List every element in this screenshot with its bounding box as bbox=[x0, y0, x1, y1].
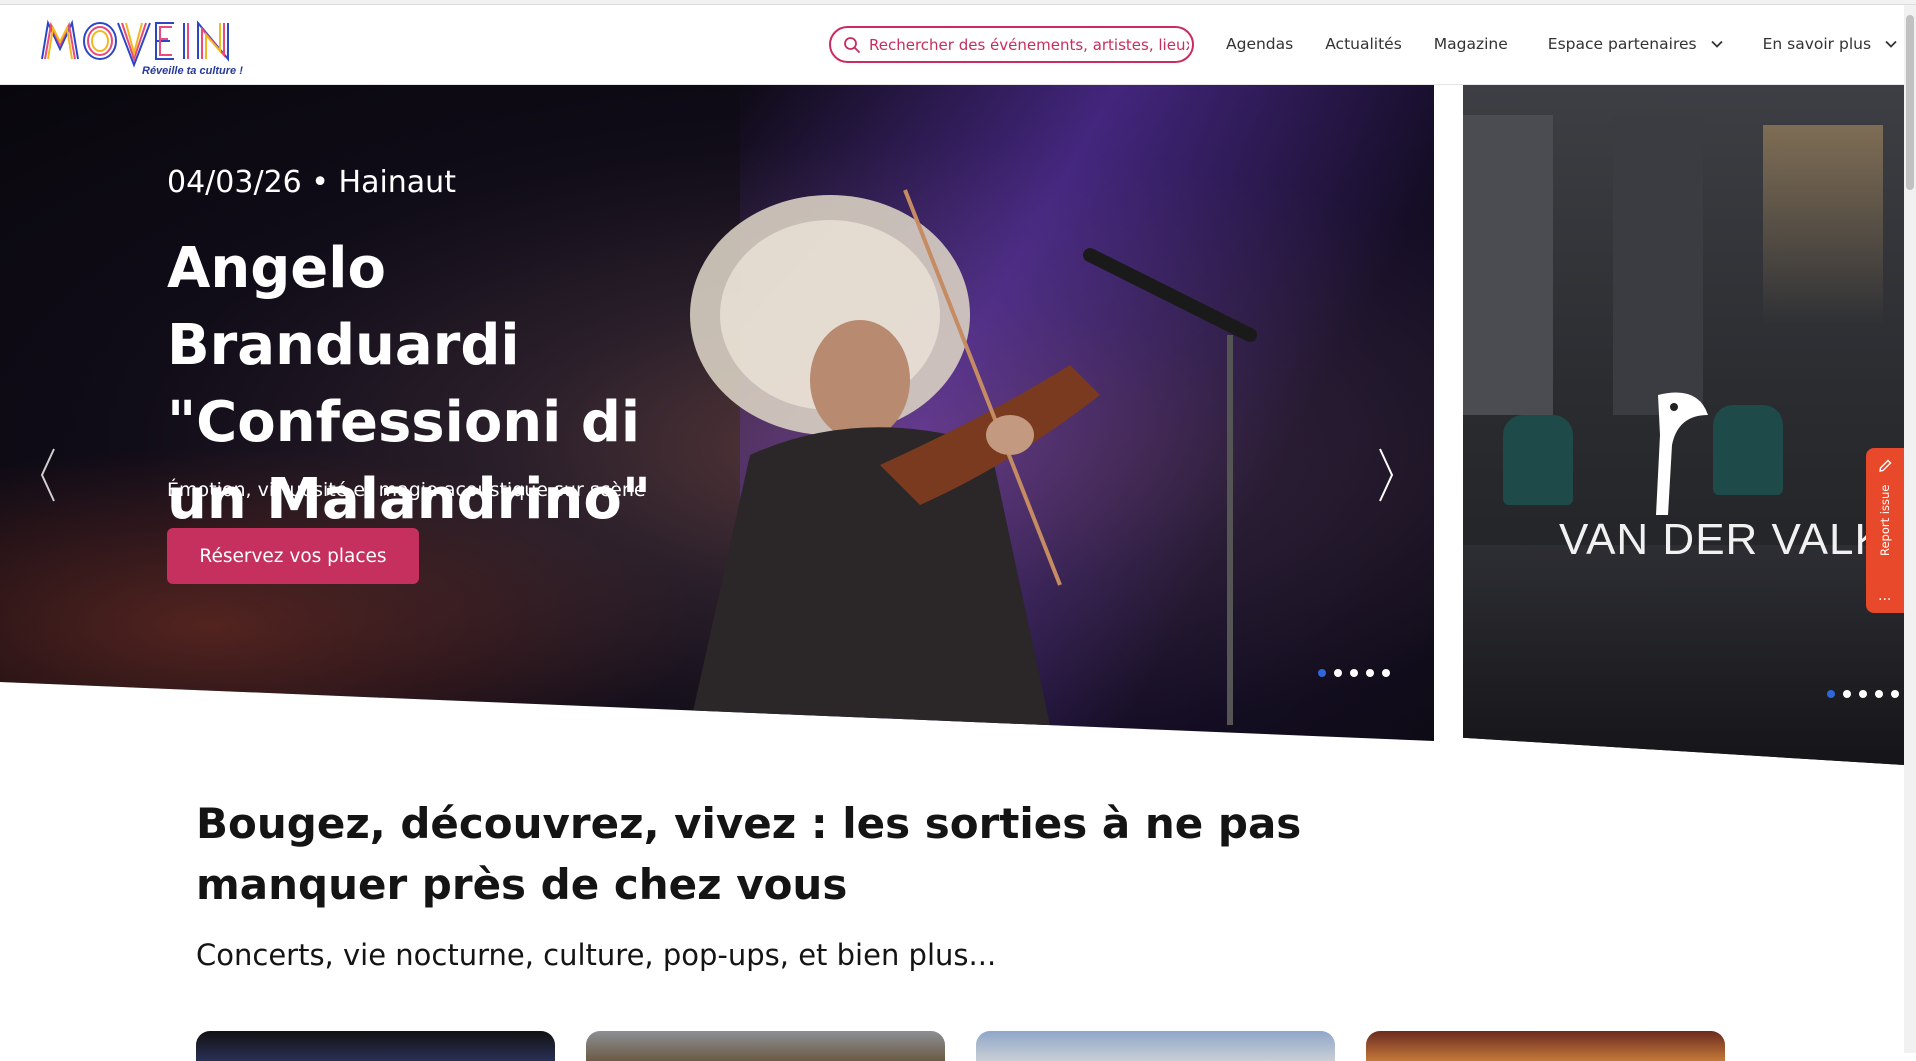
nav-item-agendas[interactable]: Agendas bbox=[1226, 35, 1293, 53]
scrollbar-thumb[interactable] bbox=[1906, 15, 1914, 190]
chevron-down-icon bbox=[1885, 40, 1897, 48]
site-logo[interactable]: Réveille ta culture ! bbox=[38, 15, 243, 77]
report-issue-button[interactable]: Report issue ... bbox=[1866, 448, 1904, 613]
slide-dot[interactable] bbox=[1366, 669, 1374, 677]
banner-chair bbox=[1503, 415, 1573, 505]
slide-dot[interactable] bbox=[1843, 690, 1851, 698]
banner-chair bbox=[1713, 405, 1783, 495]
nav-label: Actualités bbox=[1325, 35, 1402, 53]
slide-dot[interactable] bbox=[1334, 669, 1342, 677]
main-nav: Agendas Actualités Magazine Espace parte… bbox=[1226, 35, 1897, 53]
chevron-down-icon bbox=[1710, 40, 1723, 48]
search-icon bbox=[844, 36, 860, 53]
chevron-left-icon[interactable] bbox=[36, 445, 60, 505]
nav-item-actualites[interactable]: Actualités bbox=[1325, 35, 1402, 53]
search-input[interactable] bbox=[869, 35, 1189, 54]
slide-dot[interactable] bbox=[1859, 690, 1867, 698]
more-icon: ... bbox=[1878, 588, 1892, 604]
search-box[interactable] bbox=[829, 26, 1194, 63]
event-card[interactable] bbox=[976, 1031, 1335, 1061]
slide-dot[interactable] bbox=[1318, 669, 1326, 677]
nav-item-en-savoir-plus[interactable]: En savoir plus bbox=[1763, 35, 1897, 53]
event-card[interactable] bbox=[586, 1031, 945, 1061]
banner-brand: VAN DER VALK bbox=[1559, 515, 1885, 564]
toucan-logo-icon bbox=[1656, 392, 1708, 515]
slide-dot[interactable] bbox=[1350, 669, 1358, 677]
nav-item-magazine[interactable]: Magazine bbox=[1434, 35, 1508, 53]
nav-item-espace-partenaires[interactable]: Espace partenaires bbox=[1548, 35, 1723, 53]
slide-dot[interactable] bbox=[1891, 690, 1899, 698]
banner-shelf-lights bbox=[1763, 125, 1883, 325]
nav-label: Espace partenaires bbox=[1547, 35, 1697, 53]
hero-image-violinist bbox=[690, 189, 1257, 725]
chevron-right-icon[interactable] bbox=[1374, 445, 1398, 505]
site-header: Réveille ta culture ! Agendas Actualités… bbox=[0, 5, 1904, 85]
slide-dot[interactable] bbox=[1382, 669, 1390, 677]
banner-wall-panel bbox=[1463, 115, 1553, 415]
hero-pagination bbox=[1318, 669, 1390, 677]
nav-label: En savoir plus bbox=[1762, 35, 1872, 53]
book-tickets-button[interactable]: Réservez vos places bbox=[167, 528, 419, 584]
hero-carousel: 04/03/26 • Hainaut Angelo Branduardi "Co… bbox=[0, 85, 1434, 741]
section-title: Bougez, découvrez, vivez : les sorties à… bbox=[196, 799, 1302, 909]
page-scrollbar[interactable] bbox=[1904, 5, 1916, 1053]
hero-subtitle: Émotion, virtuosité et magie acoustique … bbox=[167, 479, 646, 501]
section-subtitle: Concerts, vie nocturne, culture, pop-ups… bbox=[196, 938, 997, 972]
hero-date-location: 04/03/26 • Hainaut bbox=[167, 165, 456, 200]
slide-dot[interactable] bbox=[1827, 690, 1835, 698]
banner-floor bbox=[1463, 545, 1904, 765]
logo-tagline: Réveille ta culture ! bbox=[142, 65, 243, 77]
banner-wall-panel bbox=[1613, 115, 1703, 415]
nav-label: Agendas bbox=[1226, 35, 1294, 53]
nav-label: Magazine bbox=[1433, 35, 1508, 53]
slide-dot[interactable] bbox=[1875, 690, 1883, 698]
report-issue-label: Report issue bbox=[1878, 484, 1892, 556]
pencil-icon bbox=[1879, 459, 1892, 472]
side-banner-pagination bbox=[1827, 690, 1899, 698]
event-card[interactable] bbox=[1366, 1031, 1725, 1061]
side-banner-carousel[interactable]: VAN DER VALK bbox=[1463, 85, 1904, 765]
event-card[interactable] bbox=[196, 1031, 555, 1061]
